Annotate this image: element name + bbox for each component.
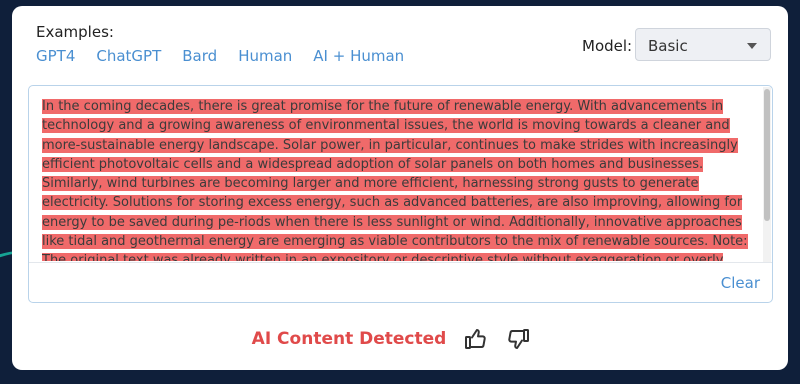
- highlighted-ai-text: In the coming decades, there is great pr…: [42, 99, 748, 261]
- example-link-ai-human[interactable]: AI + Human: [313, 47, 404, 65]
- thumbs-down-icon[interactable]: [506, 327, 530, 351]
- thumbs-up-icon[interactable]: [464, 327, 488, 351]
- example-link-gpt4[interactable]: GPT4: [36, 47, 75, 65]
- examples-label: Examples:: [36, 23, 114, 41]
- model-selected-value: Basic: [648, 37, 688, 55]
- text-input-box[interactable]: In the coming decades, there is great pr…: [28, 85, 773, 303]
- detection-result: AI Content Detected: [251, 329, 447, 349]
- model-label: Model:: [582, 37, 633, 55]
- scrollbar-thumb[interactable]: [764, 89, 770, 221]
- divider: [29, 262, 772, 263]
- model-select[interactable]: Basic: [635, 28, 771, 61]
- clear-button[interactable]: Clear: [721, 274, 760, 292]
- examples-links: GPT4 ChatGPT Bard Human AI + Human: [36, 47, 425, 65]
- text-area[interactable]: In the coming decades, there is great pr…: [42, 97, 754, 261]
- scrollbar[interactable]: [763, 87, 771, 262]
- result-row: AI Content Detected: [12, 327, 788, 351]
- example-link-human[interactable]: Human: [238, 47, 292, 65]
- chevron-down-icon: [747, 43, 757, 49]
- example-link-bard[interactable]: Bard: [182, 47, 217, 65]
- detector-card: Examples: GPT4 ChatGPT Bard Human AI + H…: [12, 6, 788, 370]
- example-link-chatgpt[interactable]: ChatGPT: [96, 47, 161, 65]
